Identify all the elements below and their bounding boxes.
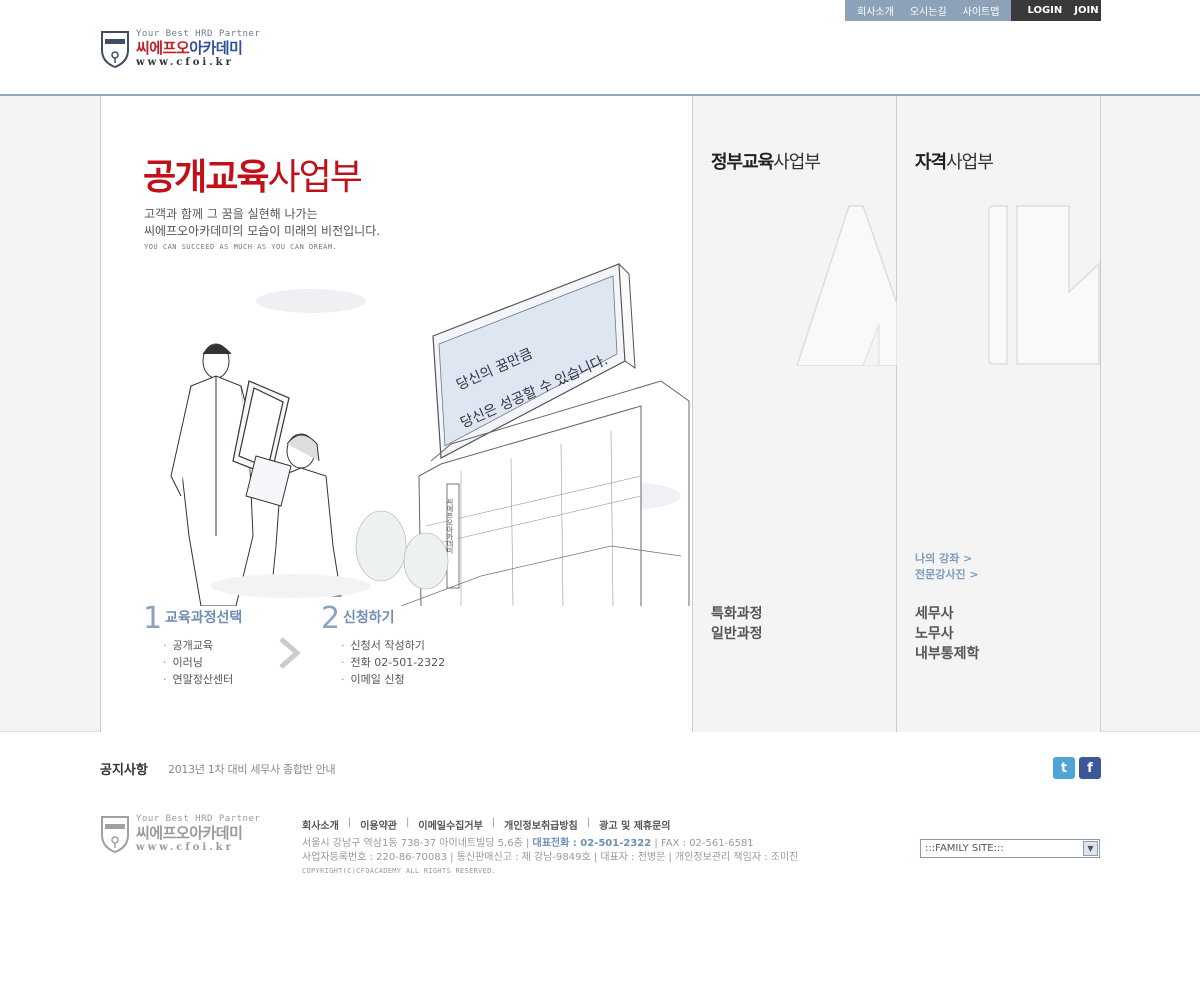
login-link[interactable]: LOGIN (1021, 5, 1068, 16)
utility-nav: 회사소개 오시는길 사이트맵 (845, 0, 1012, 21)
join-link[interactable]: JOIN (1068, 5, 1104, 16)
gov-education-panel[interactable]: 정부교육사업부 특화과정 일반과정 (693, 96, 897, 732)
site-footer: Your Best HRD Partner 씨에프오아카데미 www.cfoi.… (0, 803, 1200, 1000)
footer-link-privacy[interactable]: 개인정보취급방침 (504, 817, 578, 832)
cert-link-labor-attorney[interactable]: 노무사 (915, 624, 979, 644)
apply-email-link[interactable]: 이메일 신청 (341, 671, 445, 688)
cert-link-tax-accountant[interactable]: 세무사 (915, 604, 979, 624)
facebook-icon[interactable]: f (1079, 757, 1101, 779)
cert-link-internal-control[interactable]: 내부통제학 (915, 644, 979, 664)
footer-link-ads[interactable]: 광고 및 제휴문의 (599, 817, 670, 832)
course-link-public[interactable]: 공개교육 (163, 637, 233, 654)
notice-bar: 공지사항 2013년 1차 대비 세무사 종합반 안내 t f (0, 733, 1200, 803)
gov-link-special[interactable]: 특화과정 (711, 604, 763, 624)
course-link-year-end-tax[interactable]: 연말정산센터 (163, 671, 234, 688)
footer-logo: Your Best HRD Partner 씨에프오아카데미 www.cfoi.… (100, 815, 260, 853)
chevron-down-icon[interactable]: ▼ (1083, 841, 1098, 856)
gov-course-links: 특화과정 일반과정 (711, 604, 763, 644)
shield-icon (101, 31, 129, 68)
footer-phone: 대표전화 : 02-501-2322 (532, 838, 652, 849)
course-link-elearning[interactable]: 이러닝 (163, 654, 233, 671)
nav-company[interactable]: 회사소개 (849, 3, 902, 18)
cert-course-links: 세무사 노무사 내부통제학 (915, 604, 979, 664)
svg-text:씨에프오아카데미: 씨에프오아카데미 (446, 498, 454, 555)
footer-link-no-email[interactable]: 이메일수집거부 (418, 817, 482, 832)
building-illustration: 당신의 꿈만큼 당신은 성공할 수 있습니다. 씨에프오아카데미 (170, 262, 690, 606)
gov-link-general[interactable]: 일반과정 (711, 624, 763, 644)
my-courses-link[interactable]: 나의 강좌 > (915, 551, 979, 567)
logo-url: www.cfoi.kr (136, 57, 234, 68)
chevron-right-icon (279, 637, 301, 669)
cert-panel-title: 자격사업부 (915, 152, 994, 173)
decorative-letter-l (988, 205, 1100, 365)
apply-phone: 전화 02-501-2322 (341, 654, 446, 671)
shield-icon (101, 816, 129, 853)
footer-link-terms[interactable]: 이용약관 (360, 817, 397, 832)
footer-links: 회사소개 | 이용약관 | 이메일수집거부 | 개인정보취급방침 | 광고 및 제휴문의 (302, 817, 671, 832)
top-navigation: 회사소개 오시는길 사이트맵 LOGIN JOIN (845, 0, 1104, 21)
decorative-letter-a (797, 205, 897, 366)
step-1-title[interactable]: 교육과정선택 (165, 607, 242, 627)
logo-brand: 씨에프오아카데미 (136, 39, 243, 57)
gov-panel-title: 정부교육사업부 (711, 152, 821, 173)
logo-tagline: Your Best HRD Partner (136, 29, 261, 39)
company-info: 서울시 강남구 역삼1동 738-37 아이네트빌딩 5,6층 | 대표전화 :… (302, 838, 799, 863)
twitter-icon[interactable]: t (1053, 757, 1075, 779)
certification-panel[interactable]: 자격사업부 나의 강좌 > 전문강사진 > 세무사 노무사 내부통제학 (897, 96, 1101, 732)
copyright: COPYRIGHT(C)CFOACADEMY ALL RIGHTS RESERV… (302, 867, 497, 875)
instructors-link[interactable]: 전문강사진 > (915, 567, 979, 583)
main-content: 공개교육사업부 고객과 함께 그 꿈을 실현해 나가는 씨에프오아카데미의 모습… (0, 96, 1200, 732)
family-site-select[interactable]: :::FAMILY SITE::: ▼ (920, 839, 1100, 858)
public-education-panel[interactable]: 공개교육사업부 고객과 함께 그 꿈을 실현해 나가는 씨에프오아카데미의 모습… (100, 96, 693, 732)
site-header: Your Best HRD Partner 씨에프오아카데미 www.cfoi.… (0, 0, 1200, 96)
site-logo[interactable]: Your Best HRD Partner 씨에프오아카데미 www.cfoi.… (100, 30, 260, 68)
cert-quick-links: 나의 강좌 > 전문강사진 > (915, 551, 979, 583)
auth-nav: LOGIN JOIN (1011, 0, 1104, 21)
footer-link-company[interactable]: 회사소개 (302, 817, 339, 832)
apply-form-link[interactable]: 신청서 작성하기 (341, 637, 445, 654)
nav-sitemap[interactable]: 사이트맵 (955, 3, 1008, 18)
notice-item[interactable]: 2013년 1차 대비 세무사 종합반 안내 (168, 761, 336, 777)
nav-directions[interactable]: 오시는길 (902, 3, 955, 18)
step-2-title[interactable]: 신청하기 (343, 607, 395, 627)
notice-label: 공지사항 (100, 763, 148, 778)
